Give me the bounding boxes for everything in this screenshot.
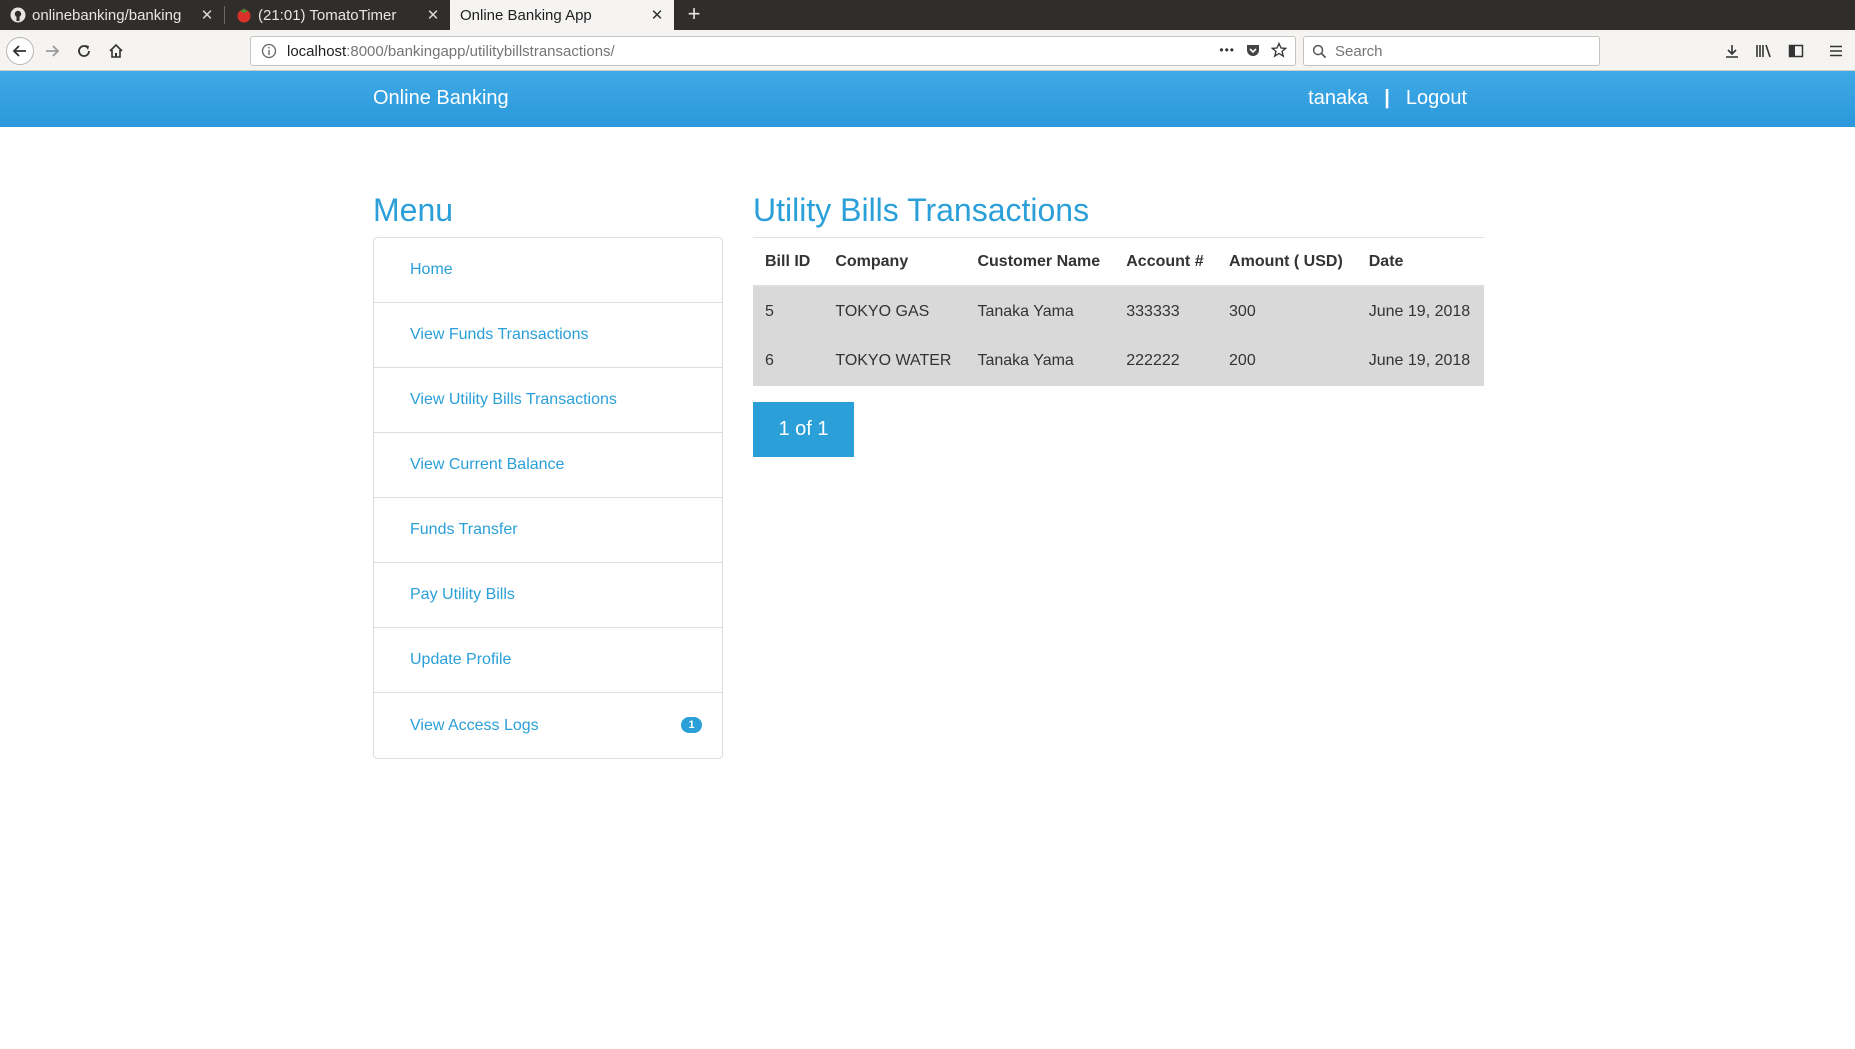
sidebar-icon [1788,44,1804,58]
tab-onlinebanking[interactable]: onlinebanking/banking ✕ [0,0,224,30]
tab-label: (21:01) TomatoTimer [258,6,397,24]
cell-amount: 200 [1217,336,1357,386]
cell-date: June 19, 2018 [1356,286,1484,336]
tab-tomatotimer[interactable]: (21:01) TomatoTimer ✕ [226,0,450,30]
url-text[interactable]: localhost:8000/bankingapp/utilitybillstr… [287,43,615,60]
downloads-button[interactable] [1721,41,1743,61]
menu-item-label: Home [410,261,453,278]
page-title: Utility Bills Transactions [753,192,1090,228]
hamburger-menu-button[interactable] [1825,41,1847,61]
url-host: localhost [287,42,347,60]
user-nav: tanaka | Logout [1308,87,1467,110]
username-link[interactable]: tanaka [1308,87,1368,110]
hamburger-icon [1830,45,1842,57]
brand-link[interactable]: Online Banking [373,87,509,110]
forward-button[interactable] [38,37,66,65]
nav-separator: | [1384,87,1390,109]
download-icon [1726,45,1738,58]
browser-search-box[interactable] [1303,36,1600,66]
menu-item-view-current-balance[interactable]: View Current Balance [374,433,722,498]
menu-item-label: View Funds Transactions [410,326,589,343]
close-icon[interactable]: ✕ [426,6,440,24]
menu-item-label: View Access Logs [410,716,539,734]
address-bar[interactable]: localhost:8000/bankingapp/utilitybillstr… [250,36,1296,66]
column-header-account: Account # [1114,238,1218,287]
cell-account: 333333 [1114,286,1218,336]
menu-item-label: Funds Transfer [410,521,518,538]
cell-bill-id: 5 [753,286,824,336]
column-header-customer-name: Customer Name [965,238,1115,287]
info-icon[interactable] [261,43,277,59]
menu-item-label: View Current Balance [410,456,565,473]
column-header-amount: Amount ( USD) [1217,238,1357,287]
pocket-icon[interactable] [1245,42,1261,58]
tab-online-banking-app[interactable]: Online Banking App ✕ [450,0,674,30]
search-input[interactable] [1335,42,1585,60]
sidebar-menu: Home View Funds Transactions View Utilit… [373,237,723,759]
table-header-row: Bill ID Company Customer Name Account # … [753,238,1484,287]
search-icon [1312,44,1327,58]
github-icon [10,7,26,23]
cell-customer-name: Tanaka Yama [965,336,1115,386]
reload-button[interactable] [70,37,98,65]
utility-bills-table: Bill ID Company Customer Name Account # … [753,238,1484,386]
access-logs-count-badge: 1 [681,717,702,733]
home-icon [109,43,123,58]
menu-item-update-profile[interactable]: Update Profile [374,628,722,693]
tab-label: Online Banking App [460,6,592,24]
menu-item-label: Update Profile [410,651,512,668]
menu-item-view-funds-transactions[interactable]: View Funds Transactions [374,303,722,368]
sidebar-toggle-button[interactable] [1785,41,1807,61]
table-row: 6 TOKYO WATER Tanaka Yama 222222 200 Jun… [753,336,1484,386]
new-tab-button[interactable]: + [682,0,706,30]
tab-separator [224,6,225,24]
cell-bill-id: 6 [753,336,824,386]
logout-link[interactable]: Logout [1406,87,1467,110]
close-icon[interactable]: ✕ [650,6,664,24]
tab-label: onlinebanking/banking [32,6,182,24]
cell-account: 222222 [1114,336,1218,386]
menu-item-home[interactable]: Home [374,238,722,303]
reload-icon [78,45,90,57]
table-row: 5 TOKYO GAS Tanaka Yama 333333 300 June … [753,286,1484,336]
forward-arrow-icon [46,45,60,57]
back-button[interactable] [6,37,34,65]
browser-tab-bar: onlinebanking/banking ✕ (21:01) TomatoTi… [0,0,1855,30]
bookmark-star-icon[interactable] [1271,42,1287,58]
app-header: Online Banking tanaka | Logout [0,71,1855,127]
menu-item-pay-utility-bills[interactable]: Pay Utility Bills [374,563,722,628]
cell-company: TOKYO WATER [823,336,966,386]
home-button[interactable] [102,37,130,65]
column-header-date: Date [1356,238,1484,287]
pagination-button[interactable]: 1 of 1 [753,402,854,457]
back-arrow-icon [12,45,26,57]
menu-item-funds-transfer[interactable]: Funds Transfer [374,498,722,563]
library-icon [1756,44,1771,58]
menu-title: Menu [373,192,454,228]
column-header-company: Company [823,238,966,287]
more-icon[interactable]: ••• [1219,43,1235,57]
library-button[interactable] [1753,41,1775,61]
menu-item-label: View Utility Bills Transactions [410,391,617,408]
browser-toolbar: localhost:8000/bankingapp/utilitybillstr… [0,30,1855,71]
cell-date: June 19, 2018 [1356,336,1484,386]
column-header-bill-id: Bill ID [753,238,824,287]
cell-company: TOKYO GAS [823,286,966,336]
cell-customer-name: Tanaka Yama [965,286,1115,336]
close-icon[interactable]: ✕ [200,6,214,24]
cell-amount: 300 [1217,286,1357,336]
tomato-icon [237,8,251,23]
menu-item-label: Pay Utility Bills [410,586,515,603]
menu-item-view-utility-bills-transactions[interactable]: View Utility Bills Transactions [374,368,722,433]
menu-item-view-access-logs[interactable]: View Access Logs 1 [374,693,722,758]
url-path: :8000/bankingapp/utilitybillstransaction… [346,42,615,60]
